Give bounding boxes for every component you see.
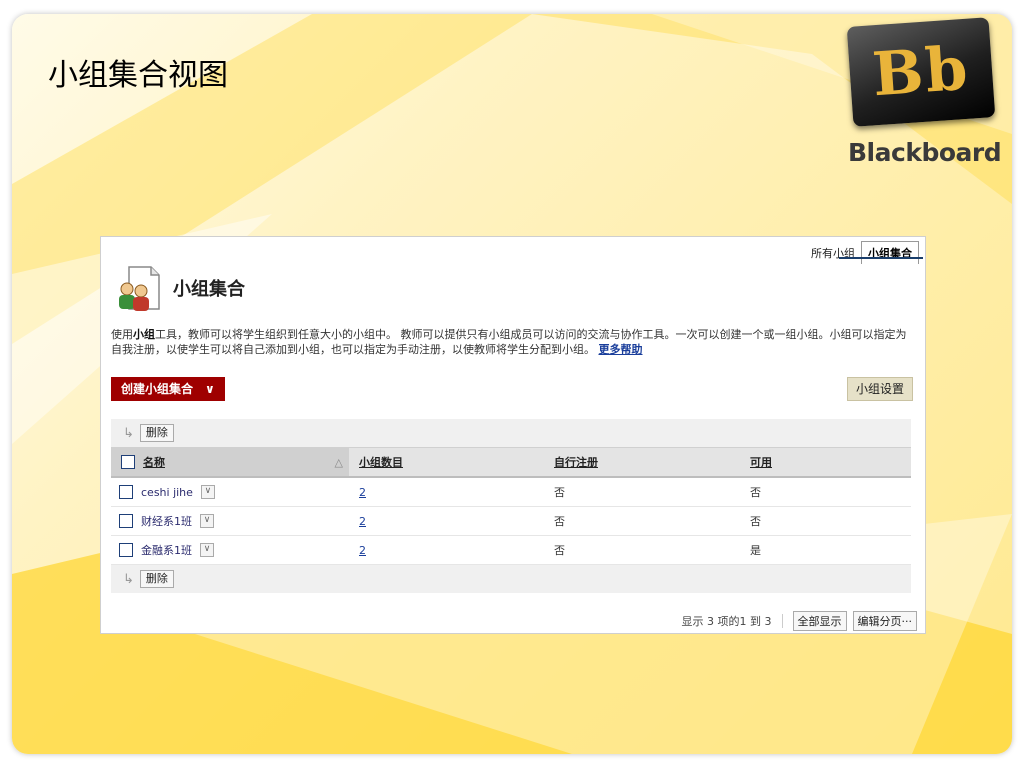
group-set-name[interactable]: ceshi jihe: [141, 486, 193, 499]
group-count-link[interactable]: 2: [359, 544, 366, 557]
chevron-down-icon[interactable]: ∨: [200, 514, 214, 528]
name-header-cell: 名称 △: [111, 448, 349, 476]
show-all-button[interactable]: 全部显示: [792, 611, 847, 631]
chevron-down-icon: ∨: [205, 382, 215, 396]
self-enroll-value: 否: [554, 544, 565, 557]
top-action-bar: ↳ 删除: [111, 419, 911, 447]
self-enroll-value: 否: [554, 486, 565, 499]
table-row: 金融系1班 ∨ 2 否 是: [111, 536, 911, 565]
group-sets-panel: 所有小组 小组集合 小组集合 使用小组工具，教师可以将学生组织到任意大小的小组中…: [100, 236, 926, 634]
tab-group-sets[interactable]: 小组集合: [861, 241, 919, 264]
blackboard-wordmark: Blackboard: [848, 138, 1002, 167]
chevron-down-icon[interactable]: ∨: [200, 543, 214, 557]
sort-by-available-link[interactable]: 可用: [750, 456, 772, 469]
available-value: 否: [750, 515, 761, 528]
group-settings-button[interactable]: 小组设置: [846, 377, 913, 401]
arrow-icon: ↳: [123, 571, 134, 587]
group-set-name[interactable]: 财经系1班: [141, 513, 192, 529]
group-sets-table: ↳ 删除 名称 △ 小组数目 自行注册 可用 ceshi jihe ∨ 2 否: [111, 419, 911, 593]
arrow-icon: ↳: [123, 425, 134, 441]
sort-by-name-link[interactable]: 名称: [143, 454, 165, 470]
table-row: 财经系1班 ∨ 2 否 否: [111, 507, 911, 536]
bottom-action-bar: ↳ 删除: [111, 565, 911, 593]
row-checkbox[interactable]: [119, 514, 133, 528]
group-count-link[interactable]: 2: [359, 515, 366, 528]
create-group-set-button[interactable]: 创建小组集合 ∨: [111, 377, 225, 401]
delete-button-bottom[interactable]: 删除: [139, 570, 174, 588]
more-help-link[interactable]: 更多帮助: [599, 343, 643, 356]
table-row: ceshi jihe ∨ 2 否 否: [111, 478, 911, 507]
group-set-name[interactable]: 金融系1班: [141, 542, 192, 558]
view-tabs: 所有小组 小组集合: [805, 241, 919, 264]
slide-title: 小组集合视图: [48, 58, 228, 93]
description-rest: 工具，教师可以将学生组织到任意大小的小组中。 教师可以提供只有小组成员可以访问的…: [111, 328, 907, 356]
paging-status: 显示 3 项的1 到 3: [681, 615, 772, 628]
sort-ascending-icon: △: [334, 455, 343, 469]
create-group-set-label: 创建小组集合: [121, 382, 194, 396]
sort-by-count-link[interactable]: 小组数目: [359, 456, 403, 469]
edit-paging-button[interactable]: 编辑分页···: [852, 611, 917, 631]
select-all-checkbox[interactable]: [121, 455, 135, 469]
row-checkbox[interactable]: [119, 543, 133, 557]
description-bold: 小组: [133, 328, 155, 341]
delete-button-top[interactable]: 删除: [139, 424, 174, 442]
description-pre: 使用: [111, 328, 133, 341]
table-header-row: 名称 △ 小组数目 自行注册 可用: [111, 447, 911, 478]
groups-icon: [119, 266, 160, 311]
active-tab-underline: [839, 257, 923, 259]
row-checkbox[interactable]: [119, 485, 133, 499]
logo-letters: Bb: [870, 33, 972, 111]
page-description: 使用小组工具，教师可以将学生组织到任意大小的小组中。 教师可以提供只有小组成员可…: [111, 327, 911, 357]
paging-bar: 显示 3 项的1 到 3 全部显示 编辑分页···: [682, 611, 917, 631]
sort-by-self-enroll-link[interactable]: 自行注册: [554, 456, 598, 469]
page-heading: 小组集合: [173, 279, 245, 300]
available-value: 是: [750, 544, 761, 557]
chevron-down-icon[interactable]: ∨: [200, 485, 215, 499]
group-count-link[interactable]: 2: [359, 486, 366, 499]
blackboard-logo: Bb: [846, 17, 996, 127]
paging-divider: [781, 614, 783, 628]
available-value: 否: [750, 486, 761, 499]
self-enroll-value: 否: [554, 515, 565, 528]
tab-all-groups[interactable]: 所有小组: [805, 242, 861, 264]
